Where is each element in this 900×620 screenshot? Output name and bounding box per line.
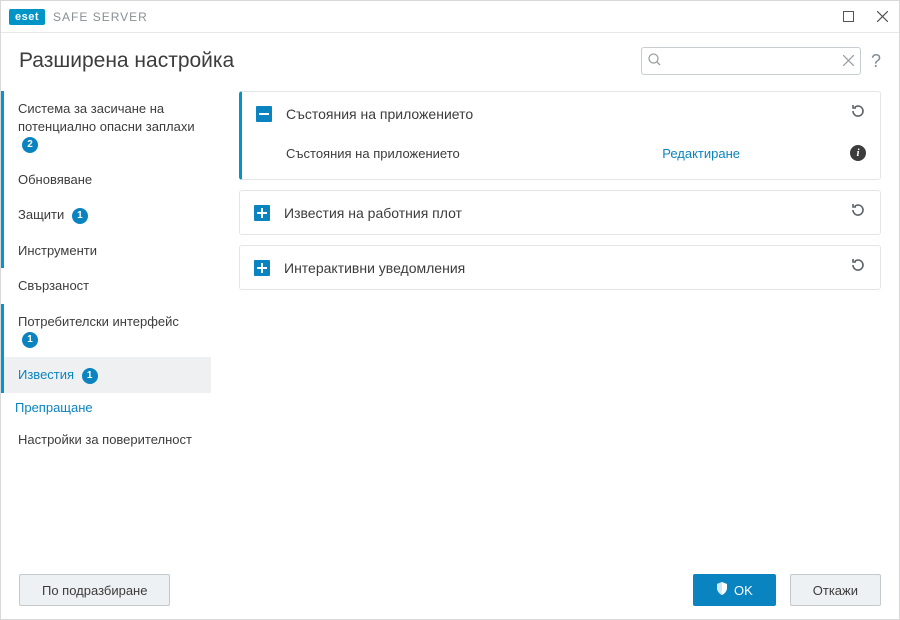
setting-label: Състояния на приложението (286, 146, 662, 161)
page-title: Разширена настройка (19, 49, 234, 73)
search-icon (648, 53, 661, 69)
window-controls (839, 8, 891, 26)
panel-header[interactable]: Интерактивни уведомления (240, 246, 880, 289)
sidebar: Система за засичане на потенциално опасн… (1, 87, 211, 585)
edit-link[interactable]: Редактиране (662, 146, 740, 161)
sidebar-item-update[interactable]: Обновяване (1, 162, 211, 198)
sidebar-item-label: Защити (18, 207, 64, 222)
panel-title: Състояния на приложението (286, 106, 850, 122)
header: Разширена настройка ? (1, 33, 899, 87)
clear-icon[interactable] (843, 53, 854, 69)
sidebar-item-label: Настройки за поверителност (18, 432, 192, 447)
info-icon[interactable]: i (850, 145, 866, 161)
ok-label: OK (734, 583, 753, 598)
expand-icon[interactable] (254, 260, 270, 276)
logo-badge: eset (9, 9, 45, 25)
revert-icon[interactable] (850, 257, 866, 278)
sidebar-item-label: Система за засичане на потенциално опасн… (18, 101, 195, 134)
sidebar-item-connectivity[interactable]: Свързаност (1, 268, 211, 304)
search-wrap: ? (641, 47, 881, 75)
collapse-icon[interactable] (256, 106, 272, 122)
sidebar-item-notifications[interactable]: Известия 1 (1, 357, 211, 393)
search-input[interactable] (661, 54, 843, 69)
maximize-icon[interactable] (839, 8, 857, 26)
panel-header[interactable]: Състояния на приложението (242, 92, 880, 135)
panel-desktop-notifications: Известия на работния плот (239, 190, 881, 235)
panel-interactive-notifications: Интерактивни уведомления (239, 245, 881, 290)
sidebar-badge: 2 (22, 137, 38, 153)
default-button[interactable]: По подразбиране (19, 574, 170, 606)
sidebar-item-label: Известия (18, 367, 74, 382)
sidebar-item-label: Свързаност (18, 278, 89, 293)
sidebar-subitem-forwarding[interactable]: Препращане (1, 393, 211, 422)
sidebar-item-protections[interactable]: Защити 1 (1, 197, 211, 233)
sidebar-item-detection[interactable]: Система за засичане на потенциално опасн… (1, 91, 211, 162)
revert-icon[interactable] (850, 202, 866, 223)
close-icon[interactable] (873, 8, 891, 26)
panel-header[interactable]: Известия на работния плот (240, 191, 880, 234)
ok-button[interactable]: OK (693, 574, 776, 606)
expand-icon[interactable] (254, 205, 270, 221)
sidebar-badge: 1 (72, 208, 88, 224)
panel-title: Интерактивни уведомления (284, 260, 850, 276)
panel-body: Състояния на приложението Редактиране i (242, 135, 880, 179)
app-name: SAFE SERVER (53, 10, 148, 24)
shield-icon (716, 582, 728, 598)
sidebar-item-tools[interactable]: Инструменти (1, 233, 211, 269)
sidebar-badge: 1 (82, 368, 98, 384)
body: Система за засичане на потенциално опасн… (1, 87, 899, 585)
search-box[interactable] (641, 47, 861, 75)
panel-title: Известия на работния плот (284, 205, 850, 221)
sidebar-item-label: Инструменти (18, 243, 97, 258)
sidebar-item-privacy[interactable]: Настройки за поверителност (1, 422, 211, 458)
sidebar-item-label: Потребителски интерфейс (18, 314, 179, 329)
sidebar-item-ui[interactable]: Потребителски интерфейс 1 (1, 304, 211, 357)
main-content: Състояния на приложението Състояния на п… (211, 87, 899, 585)
revert-icon[interactable] (850, 103, 866, 124)
footer: По подразбиране OK Откажи (1, 561, 899, 619)
sidebar-badge: 1 (22, 332, 38, 348)
panel-app-states: Състояния на приложението Състояния на п… (239, 91, 881, 180)
help-icon[interactable]: ? (871, 51, 881, 72)
sidebar-item-label: Обновяване (18, 172, 92, 187)
setting-row: Състояния на приложението Редактиране i (286, 139, 866, 167)
cancel-button[interactable]: Откажи (790, 574, 881, 606)
titlebar: eset SAFE SERVER (1, 1, 899, 33)
